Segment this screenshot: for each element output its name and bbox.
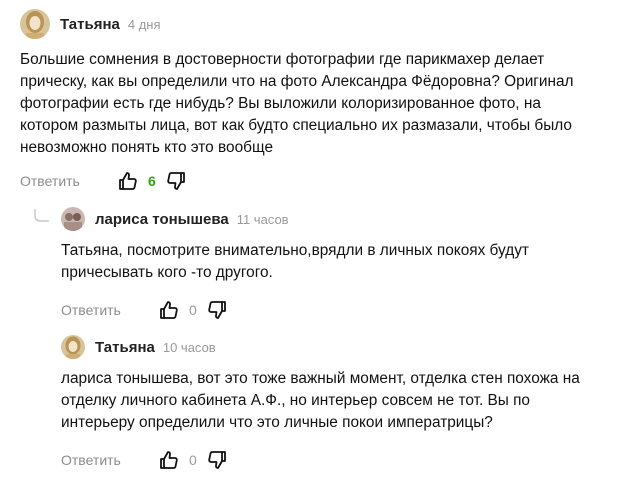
comment-header: лариса тонышева 11 часов bbox=[61, 206, 621, 232]
comment-header: Татьяна 4 дня bbox=[20, 9, 620, 39]
thumb-down-icon[interactable] bbox=[207, 300, 227, 320]
comment: лариса тонышева 11 часов Татьяна, посмот… bbox=[61, 206, 621, 321]
comment-text-line: отделку личного кабинета А.Ф., но интерь… bbox=[61, 392, 530, 409]
reply-button[interactable]: Ответить bbox=[61, 452, 121, 468]
avatar[interactable] bbox=[61, 207, 85, 231]
comment-author[interactable]: лариса тонышева bbox=[95, 211, 229, 228]
like-count: 0 bbox=[188, 302, 197, 318]
thumb-up-icon[interactable] bbox=[159, 450, 179, 470]
avatar[interactable] bbox=[61, 335, 85, 359]
comment-text-line: причесывать кого -то другого. bbox=[61, 264, 273, 281]
comment-text-line: лариса тонышева, вот это тоже важный мом… bbox=[61, 370, 580, 387]
comment-actions: Ответить 0 bbox=[61, 299, 621, 321]
comment-text-line: Татьяна, посмотрите внимательно,врядли в… bbox=[61, 242, 529, 259]
comment: Татьяна 4 дня Большие сомнения в достове… bbox=[20, 9, 620, 192]
comment-header: Татьяна 10 часов bbox=[61, 334, 621, 360]
comment-text: Татьяна, посмотрите внимательно,врядли в… bbox=[61, 240, 621, 284]
thumb-down-icon[interactable] bbox=[166, 171, 186, 191]
thumb-up-icon[interactable] bbox=[118, 171, 138, 191]
like-count: 6 bbox=[147, 173, 156, 189]
comment-text-line: прическу, как вы определили что на фото … bbox=[20, 73, 574, 90]
comment-time[interactable]: 10 часов bbox=[163, 340, 216, 355]
comment-time[interactable]: 4 дня bbox=[128, 17, 161, 32]
comment-text: Большие сомнения в достоверности фотогра… bbox=[20, 49, 620, 159]
avatar[interactable] bbox=[20, 9, 50, 39]
comment-time[interactable]: 11 часов bbox=[237, 212, 289, 227]
comment-text-line: котором размыты лица, вот как будто спец… bbox=[20, 117, 572, 134]
like-count: 0 bbox=[188, 452, 197, 468]
comment-author[interactable]: Татьяна bbox=[60, 16, 120, 33]
comment: Татьяна 10 часов лариса тонышева, вот эт… bbox=[61, 334, 621, 471]
reply-button[interactable]: Ответить bbox=[61, 302, 121, 318]
comment-text-line: фотографии есть где нибудь? Вы выложили … bbox=[20, 95, 541, 112]
comment-author[interactable]: Татьяна bbox=[95, 339, 155, 356]
comment-text-line: невозможно понять кто это вообще bbox=[20, 139, 274, 156]
comment-actions: Ответить 6 bbox=[20, 170, 620, 192]
thread-connector-icon bbox=[34, 209, 49, 222]
thumb-up-icon[interactable] bbox=[159, 300, 179, 320]
reply-button[interactable]: Ответить bbox=[20, 173, 80, 189]
comment-text-line: интерьеру определили что это личные поко… bbox=[61, 414, 493, 431]
comment-text: лариса тонышева, вот это тоже важный мом… bbox=[61, 368, 621, 434]
comment-actions: Ответить 0 bbox=[61, 449, 621, 471]
comment-text-line: Большие сомнения в достоверности фотогра… bbox=[20, 51, 545, 68]
thumb-down-icon[interactable] bbox=[207, 450, 227, 470]
